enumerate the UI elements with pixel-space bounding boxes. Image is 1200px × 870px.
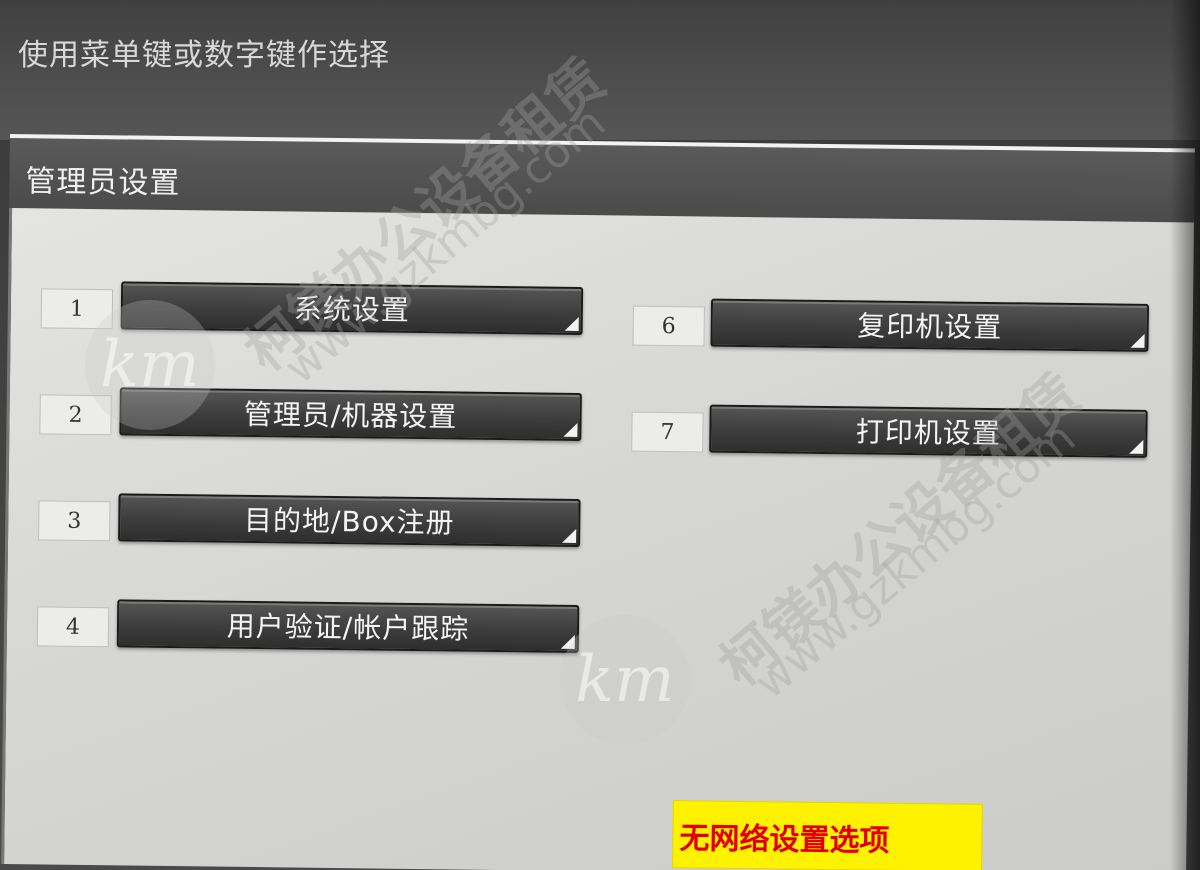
button-label: 打印机设置 xyxy=(855,415,1002,451)
system-settings-button[interactable]: 系统设置 xyxy=(120,281,584,336)
instruction-text: 使用菜单键或数字键作选择 xyxy=(18,38,390,73)
annotation-text: 无网络设置选项 xyxy=(679,821,890,859)
corner-arrow-icon xyxy=(563,422,578,437)
corner-arrow-icon xyxy=(1129,439,1144,454)
button-label: 系统设置 xyxy=(293,292,411,327)
button-label: 复印机设置 xyxy=(857,309,1003,345)
corner-arrow-icon xyxy=(564,316,579,331)
admin-machine-settings-button[interactable]: 管理员/机器设置 xyxy=(119,387,582,442)
menu-number-4: 4 xyxy=(36,606,110,648)
menu-number-3: 3 xyxy=(38,500,111,542)
panel-body: 1 系统设置 2 管理员/机器设置 3 目的地/Box注册 4 用户验证/帐户跟… xyxy=(1,207,1195,870)
menu-number-7: 7 xyxy=(631,411,704,453)
copier-settings-button[interactable]: 复印机设置 xyxy=(710,298,1150,352)
button-label: 管理员/机器设置 xyxy=(243,397,458,434)
menu-number-1: 1 xyxy=(40,288,114,330)
button-label: 目的地/Box注册 xyxy=(243,503,455,540)
admin-settings-panel: 管理员设置 1 系统设置 2 管理员/机器设置 3 目的地/Box注册 4 用户… xyxy=(1,134,1195,870)
annotation-box: 无网络设置选项 xyxy=(672,800,983,870)
printer-settings-button[interactable]: 打印机设置 xyxy=(709,404,1148,458)
device-screen: 使用菜单键或数字键作选择 管理员设置 1 系统设置 2 管理员/机器设置 3 目… xyxy=(0,0,1200,870)
user-auth-account-track-button[interactable]: 用户验证/帐户跟踪 xyxy=(116,599,580,653)
corner-arrow-icon xyxy=(560,634,575,649)
instruction-bar: 使用菜单键或数字键作选择 xyxy=(0,0,1200,140)
panel-title: 管理员设置 xyxy=(25,164,181,202)
destination-box-registration-button[interactable]: 目的地/Box注册 xyxy=(118,493,581,547)
menu-number-6: 6 xyxy=(632,305,705,347)
button-label: 用户验证/帐户跟踪 xyxy=(226,609,470,646)
corner-arrow-icon xyxy=(1130,333,1145,348)
menu-number-2: 2 xyxy=(39,394,112,436)
corner-arrow-icon xyxy=(562,528,577,543)
